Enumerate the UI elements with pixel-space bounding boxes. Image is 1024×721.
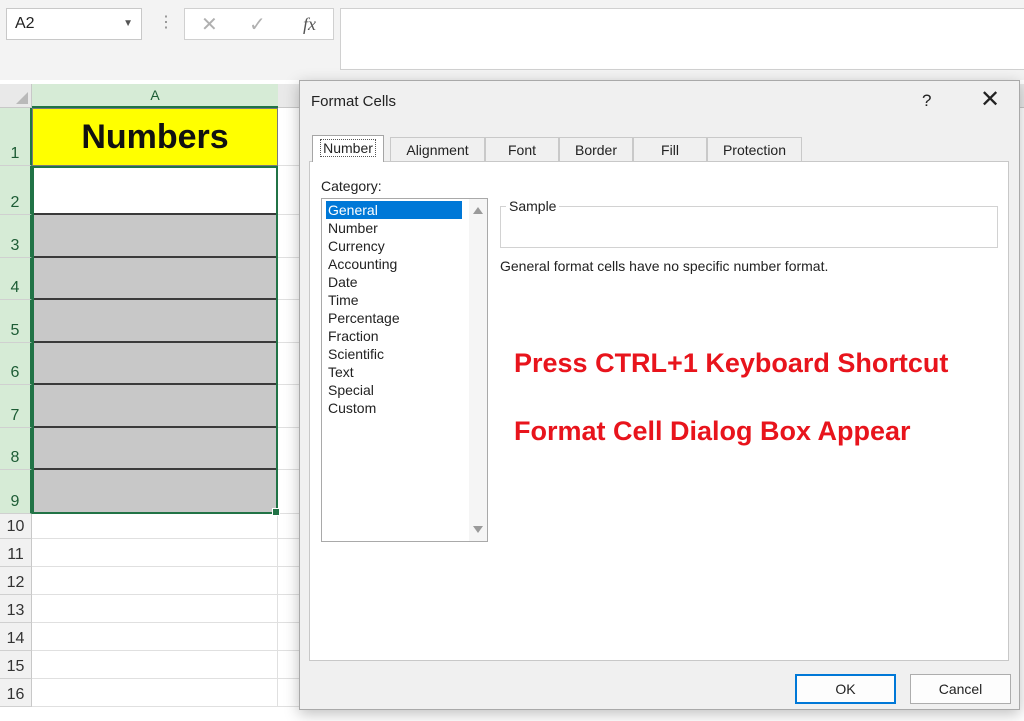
cell-a5[interactable] (32, 300, 278, 343)
help-icon[interactable]: ? (922, 91, 931, 111)
formula-bar-area: A2 ▼ ⋮ ✕ ✓ fx (0, 0, 1024, 80)
formula-input[interactable] (340, 8, 1024, 70)
tab-protection[interactable]: Protection (707, 137, 802, 161)
cell-a1[interactable]: Numbers (32, 108, 278, 166)
row-header-7[interactable]: 7 (0, 385, 32, 428)
cell-b10[interactable] (278, 514, 299, 539)
category-scientific[interactable]: Scientific (326, 345, 384, 363)
cancel-button[interactable]: Cancel (910, 674, 1011, 704)
row-header-10[interactable]: 10 (0, 514, 32, 539)
category-accounting[interactable]: Accounting (326, 255, 397, 273)
formula-buttons: ✕ ✓ fx (184, 8, 334, 40)
category-fraction[interactable]: Fraction (326, 327, 379, 345)
category-text[interactable]: Text (326, 363, 354, 381)
category-number[interactable]: Number (326, 219, 378, 237)
cell-b11[interactable] (278, 539, 299, 567)
cell-a8[interactable] (32, 428, 278, 470)
category-currency[interactable]: Currency (326, 237, 385, 255)
scroll-up-icon[interactable] (473, 207, 483, 214)
number-tab-panel: Category: General Number Currency Accoun… (309, 161, 1009, 661)
sample-box (500, 206, 998, 248)
row-header-16[interactable]: 16 (0, 679, 32, 707)
cell-a10[interactable] (32, 514, 278, 539)
row-header-3[interactable]: 3 (0, 215, 32, 258)
cell-b5[interactable] (278, 300, 299, 343)
cell-a14[interactable] (32, 623, 278, 651)
scroll-down-icon[interactable] (473, 526, 483, 533)
select-all-corner[interactable] (0, 84, 32, 108)
tab-border[interactable]: Border (559, 137, 633, 161)
cell-b9[interactable] (278, 470, 299, 514)
tab-fill[interactable]: Fill (633, 137, 707, 161)
cell-b14[interactable] (278, 623, 299, 651)
cell-b16[interactable] (278, 679, 299, 707)
row-header-9[interactable]: 9 (0, 470, 32, 514)
cell-a7[interactable] (32, 385, 278, 428)
cell-a12[interactable] (32, 567, 278, 595)
cell-b8[interactable] (278, 428, 299, 470)
category-listbox[interactable]: General Number Currency Accounting Date … (321, 198, 488, 542)
annotation-dialog-appear: Format Cell Dialog Box Appear (514, 416, 911, 446)
tab-alignment[interactable]: Alignment (390, 137, 485, 161)
cell-b12[interactable] (278, 567, 299, 595)
tab-number[interactable]: Number (312, 135, 384, 162)
cancel-entry-icon[interactable]: ✕ (201, 12, 218, 37)
category-label: Category: (321, 178, 382, 194)
row-header-2[interactable]: 2 (0, 166, 32, 215)
cell-a15[interactable] (32, 651, 278, 679)
format-description: General format cells have no specific nu… (500, 258, 829, 274)
category-time[interactable]: Time (326, 291, 359, 309)
column-header-a[interactable]: A (32, 84, 278, 108)
cell-a13[interactable] (32, 595, 278, 623)
row-header-15[interactable]: 15 (0, 651, 32, 679)
cell-b13[interactable] (278, 595, 299, 623)
cell-a4[interactable] (32, 258, 278, 300)
cell-b7[interactable] (278, 385, 299, 428)
category-general[interactable]: General (326, 201, 462, 219)
cell-b6[interactable] (278, 343, 299, 385)
row-header-13[interactable]: 13 (0, 595, 32, 623)
sample-label: Sample (506, 198, 560, 214)
cell-a9[interactable] (32, 470, 278, 514)
cell-a6[interactable] (32, 343, 278, 385)
cell-a2[interactable] (32, 166, 278, 215)
cell-b2[interactable] (278, 166, 299, 215)
cell-b4[interactable] (278, 258, 299, 300)
category-date[interactable]: Date (326, 273, 358, 291)
insert-function-icon[interactable]: fx (303, 14, 316, 35)
cell-b1[interactable] (278, 108, 299, 166)
dialog-title: Format Cells (311, 93, 397, 110)
category-percentage[interactable]: Percentage (326, 309, 400, 327)
name-box-value: A2 (15, 15, 35, 32)
cell-a11[interactable] (32, 539, 278, 567)
category-special[interactable]: Special (326, 381, 374, 399)
row-header-11[interactable]: 11 (0, 539, 32, 567)
cell-b15[interactable] (278, 651, 299, 679)
confirm-entry-icon[interactable]: ✓ (249, 12, 266, 37)
row-header-4[interactable]: 4 (0, 258, 32, 300)
ok-button[interactable]: OK (795, 674, 896, 704)
annotation-shortcut: Press CTRL+1 Keyboard Shortcut (514, 348, 949, 378)
name-box[interactable]: A2 ▼ (6, 8, 142, 40)
row-header-14[interactable]: 14 (0, 623, 32, 651)
row-header-1[interactable]: 1 (0, 108, 32, 166)
row-header-6[interactable]: 6 (0, 343, 32, 385)
more-options-icon: ⋮ (158, 14, 174, 31)
format-cells-dialog: Format Cells ? ✕ Number Alignment Font B… (299, 80, 1020, 710)
tab-font[interactable]: Font (485, 137, 559, 161)
chevron-down-icon[interactable]: ▼ (123, 9, 133, 39)
tab-number-label: Number (320, 139, 376, 157)
row-header-5[interactable]: 5 (0, 300, 32, 343)
category-custom[interactable]: Custom (326, 399, 376, 417)
cell-a3[interactable] (32, 215, 278, 258)
close-icon[interactable]: ✕ (980, 87, 1000, 113)
category-scrollbar[interactable] (469, 199, 487, 541)
cell-a16[interactable] (32, 679, 278, 707)
row-header-12[interactable]: 12 (0, 567, 32, 595)
row-header-8[interactable]: 8 (0, 428, 32, 470)
cell-b3[interactable] (278, 215, 299, 258)
